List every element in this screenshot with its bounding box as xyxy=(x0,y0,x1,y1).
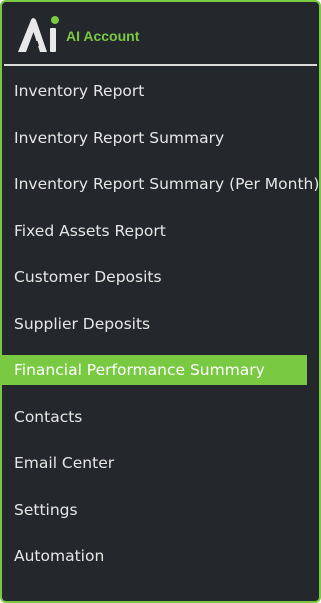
sidebar-item-contacts[interactable]: Contacts xyxy=(2,402,319,432)
sidebar-item-financial-performance-summary[interactable]: Financial Performance Summary xyxy=(2,355,307,385)
sidebar-item-fixed-assets-report[interactable]: Fixed Assets Report xyxy=(2,216,319,246)
sidebar-item-settings[interactable]: Settings xyxy=(2,495,319,525)
sidebar-item-inventory-report[interactable]: Inventory Report xyxy=(2,76,319,106)
brand-name: AI Account xyxy=(66,27,140,44)
sidebar-item-customer-deposits[interactable]: Customer Deposits xyxy=(2,262,319,292)
sidebar-item-inventory-report-summary-per-month[interactable]: Inventory Report Summary (Per Month) xyxy=(2,169,319,199)
sidebar-panel: AI Account Inventory Report Inventory Re… xyxy=(0,0,321,603)
ai-logo-icon xyxy=(18,16,59,52)
sidebar-item-inventory-report-summary[interactable]: Inventory Report Summary xyxy=(2,123,319,153)
header-divider xyxy=(4,64,317,66)
sidebar-menu: Inventory Report Inventory Report Summar… xyxy=(2,76,319,588)
brand-header[interactable]: AI Account xyxy=(14,12,139,56)
sidebar-item-supplier-deposits[interactable]: Supplier Deposits xyxy=(2,309,319,339)
sidebar-item-automation[interactable]: Automation xyxy=(2,541,319,571)
sidebar-item-email-center[interactable]: Email Center xyxy=(2,448,319,478)
